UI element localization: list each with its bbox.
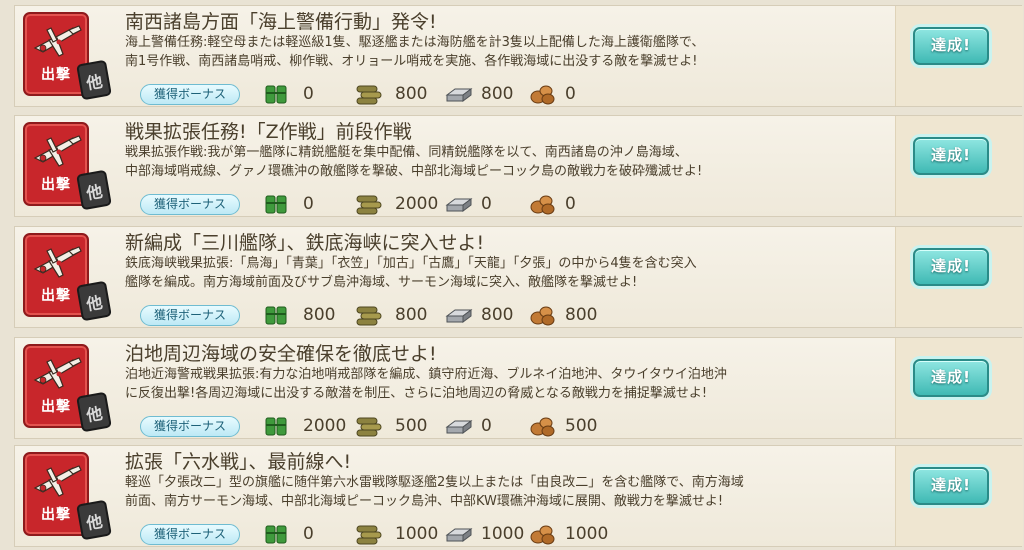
quest-description: 戦果拡張作戦:我が第一艦隊に精鋭艦艇を集中配備、同精鋭艦隊を以て、南西諸島の沖ノ… xyxy=(125,143,895,181)
ammo-icon xyxy=(356,417,382,437)
ammo-value: 500 xyxy=(395,416,428,436)
fuel-value: 0 xyxy=(303,84,314,104)
quest-description-line-1: 鉄底海峡戦果拡張:「鳥海」「青葉」「衣笠」「加古」「古鷹」「天龍」「夕張」の中か… xyxy=(125,256,697,271)
quest-title: 泊地周辺海域の安全確保を徹底せよ! xyxy=(125,343,437,365)
complete-button[interactable]: 達成! xyxy=(913,359,989,397)
quest-row-3: 出撃 他 新編成「三川艦隊」、鉄底海峡に突入せよ! 鉄底海峡戦果拡張:「鳥海」「… xyxy=(14,226,1023,328)
quest-description: 軽巡「夕張改二」型の旗艦に随伴第六水雷戦隊駆逐艦2隻以上または「由良改二」を含む… xyxy=(125,473,895,511)
fuel-icon xyxy=(265,417,287,436)
other-tag: 他 xyxy=(76,499,112,541)
other-tag: 他 xyxy=(76,169,112,211)
steel-icon xyxy=(445,198,473,212)
quest-row-4: 出撃 他 泊地周辺海域の安全確保を徹底せよ! 泊地近海警戒戦果拡張:有力な泊地哨… xyxy=(14,337,1023,439)
quest-row-2: 出撃 他 戦果拡張任務!「Z作戦」前段作戦 戦果拡張作戦:我が第一艦隊に精鋭艦艇… xyxy=(14,115,1023,217)
plane-icon xyxy=(33,465,82,497)
other-tag-label: 他 xyxy=(84,292,104,315)
quest-description: 泊地近海警戒戦果拡張:有力な泊地哨戒部隊を編成、鎮守府近海、ブルネイ泊地沖、タウ… xyxy=(125,365,895,403)
steel-value: 0 xyxy=(481,194,492,214)
bauxite-value: 0 xyxy=(565,194,576,214)
bonus-label: 獲得ボーナス xyxy=(140,84,240,105)
ammo-value: 2000 xyxy=(395,194,439,214)
steel-value: 0 xyxy=(481,416,492,436)
bauxite-value: 0 xyxy=(565,84,576,104)
bonus-label: 獲得ボーナス xyxy=(140,305,240,326)
plane-icon xyxy=(33,246,82,278)
quest-description-line-1: 泊地近海警戒戦果拡張:有力な泊地哨戒部隊を編成、鎮守府近海、ブルネイ泊地沖、タウ… xyxy=(125,367,727,382)
fuel-value: 0 xyxy=(303,524,314,544)
other-tag-label: 他 xyxy=(84,181,104,204)
steel-icon xyxy=(445,420,473,434)
ammo-value: 1000 xyxy=(395,524,439,544)
quest-row-1: 出撃 他 南西諸島方面「海上警備行動」発令! 海上警備任務:軽空母または軽巡級1… xyxy=(14,5,1023,107)
quest-title: 拡張「六水戦」、最前線へ! xyxy=(125,451,352,473)
bauxite-value: 800 xyxy=(565,305,598,325)
quest-description: 海上警備任務:軽空母または軽巡級1隻、駆逐艦または海防艦を計3隻以上配備した海上… xyxy=(125,33,895,71)
plane-icon xyxy=(33,357,82,389)
fuel-icon xyxy=(265,85,287,104)
bauxite-value: 1000 xyxy=(565,524,609,544)
fuel-icon xyxy=(265,525,287,544)
fuel-value: 800 xyxy=(303,305,336,325)
bonus-label: 獲得ボーナス xyxy=(140,416,240,437)
steel-icon xyxy=(445,309,473,323)
ammo-icon xyxy=(356,306,382,326)
bonus-label: 獲得ボーナス xyxy=(140,524,240,545)
other-tag: 他 xyxy=(76,391,112,433)
steel-value: 800 xyxy=(481,305,514,325)
other-tag-label: 他 xyxy=(84,403,104,426)
complete-button[interactable]: 達成! xyxy=(913,467,989,505)
ammo-icon xyxy=(356,195,382,215)
steel-icon xyxy=(445,528,473,542)
ammo-icon xyxy=(356,85,382,105)
other-tag-label: 他 xyxy=(84,71,104,94)
bauxite-icon xyxy=(530,306,555,326)
bauxite-icon xyxy=(530,85,555,105)
ammo-value: 800 xyxy=(395,305,428,325)
plane-icon xyxy=(33,135,82,167)
steel-value: 800 xyxy=(481,84,514,104)
bauxite-icon xyxy=(530,417,555,437)
bauxite-icon xyxy=(530,195,555,215)
complete-button[interactable]: 達成! xyxy=(913,27,989,65)
quest-description-line-2: 前面、南方サーモン海域、中部北海域ピーコック島沖、中部KW環礁沖海域に展開、敵戦… xyxy=(125,494,724,509)
bonus-label: 獲得ボーナス xyxy=(140,194,240,215)
bauxite-value: 500 xyxy=(565,416,598,436)
ammo-value: 800 xyxy=(395,84,428,104)
other-tag: 他 xyxy=(76,59,112,101)
quest-description-line-2: 中部海域哨戒線、グァノ環礁沖の敵艦隊を撃破、中部北海域ピーコック島の敵戦力を破砕… xyxy=(125,164,703,179)
quest-row-5: 出撃 他 拡張「六水戦」、最前線へ! 軽巡「夕張改二」型の旗艦に随伴第六水雷戦隊… xyxy=(14,445,1023,547)
steel-icon xyxy=(445,88,473,102)
complete-button[interactable]: 達成! xyxy=(913,137,989,175)
other-tag-label: 他 xyxy=(84,511,104,534)
quest-description-line-2: 艦隊を編成。南方海域前面及びサブ島沖海域、サーモン海域に突入、敵艦隊を撃滅せよ! xyxy=(125,275,638,290)
quest-title: 南西諸島方面「海上警備行動」発令! xyxy=(125,11,437,33)
plane-icon xyxy=(33,25,82,57)
steel-value: 1000 xyxy=(481,524,525,544)
other-tag: 他 xyxy=(76,280,112,322)
quest-title: 戦果拡張任務!「Z作戦」前段作戦 xyxy=(125,121,412,143)
fuel-value: 2000 xyxy=(303,416,347,436)
fuel-icon xyxy=(265,306,287,325)
quest-description: 鉄底海峡戦果拡張:「鳥海」「青葉」「衣笠」「加古」「古鷹」「天龍」「夕張」の中か… xyxy=(125,254,895,292)
quest-description-line-1: 軽巡「夕張改二」型の旗艦に随伴第六水雷戦隊駆逐艦2隻以上または「由良改二」を含む… xyxy=(125,475,744,490)
quest-description-line-2: 南1号作戦、南西諸島哨戒、柳作戦、オリョール哨戒を実施、各作戦海域に出没する敵を… xyxy=(125,54,698,69)
fuel-icon xyxy=(265,195,287,214)
ammo-icon xyxy=(356,525,382,545)
bauxite-icon xyxy=(530,525,555,545)
quest-title: 新編成「三川艦隊」、鉄底海峡に突入せよ! xyxy=(125,232,485,254)
quest-description-line-1: 海上警備任務:軽空母または軽巡級1隻、駆逐艦または海防艦を計3隻以上配備した海上… xyxy=(125,35,705,50)
quest-description-line-1: 戦果拡張作戦:我が第一艦隊に精鋭艦艇を集中配備、同精鋭艦隊を以て、南西諸島の沖ノ… xyxy=(125,145,688,160)
complete-button[interactable]: 達成! xyxy=(913,248,989,286)
fuel-value: 0 xyxy=(303,194,314,214)
quest-list: 出撃 他 南西諸島方面「海上警備行動」発令! 海上警備任務:軽空母または軽巡級1… xyxy=(0,0,1024,550)
quest-description-line-2: に反復出撃!各周辺海域に出没する敵潜を制圧、さらに泊地周辺の脅威となる敵戦力を捕… xyxy=(125,386,708,401)
